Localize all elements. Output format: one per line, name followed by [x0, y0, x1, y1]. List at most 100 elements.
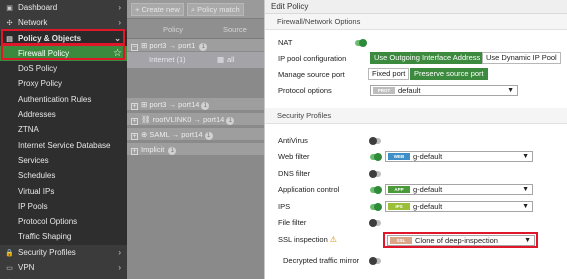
expand-icon[interactable]: + — [131, 148, 138, 155]
ssl-inspection-value: Clone of deep-inspection — [415, 236, 498, 245]
list-toolbar: + Create new ⌕ Policy match — [127, 0, 264, 19]
policy-group-header[interactable]: + ⊞ port3 → port14 1 — [127, 98, 264, 111]
create-new-button[interactable]: + Create new — [131, 3, 184, 16]
chevron-right-icon: › — [118, 275, 121, 279]
decrypted-traffic-mirror-label: Decrypted traffic mirror — [283, 256, 360, 265]
web-filter-value: g-default — [413, 152, 443, 161]
antivirus-toggle[interactable] — [369, 137, 381, 145]
ssl-inspection-label: SSL inspection ⚠ — [278, 235, 337, 244]
manage-source-port-label: Manage source port — [278, 70, 345, 79]
sidebar-item-proxy-policy[interactable]: Proxy Policy — [0, 76, 127, 92]
collapse-icon[interactable]: − — [131, 44, 138, 51]
ssl-pill: SSL — [390, 237, 412, 244]
column-header-source[interactable]: Source — [223, 25, 247, 34]
sidebar-item-label: Authentication Rules — [18, 94, 92, 104]
use-outgoing-interface-button[interactable]: Use Outgoing Interface Address — [370, 52, 485, 64]
column-header-policy[interactable]: Policy — [163, 25, 183, 34]
sidebar-item-network[interactable]: ✣ Network › — [0, 15, 127, 30]
arrow-right-icon: → — [168, 100, 177, 109]
sidebar-item-security-profiles[interactable]: 🔒 Security Profiles › — [0, 245, 127, 260]
group-count-badge: 1 — [201, 102, 210, 110]
group-from: port3 — [149, 41, 167, 50]
application-control-toggle[interactable] — [370, 186, 382, 194]
preserve-source-port-button[interactable]: Preserve source port — [410, 68, 488, 80]
use-dynamic-ip-pool-button[interactable]: Use Dynamic IP Pool — [482, 52, 561, 64]
sidebar-item-dos-policy[interactable]: DoS Policy — [0, 61, 127, 77]
group-count-badge: 1 — [226, 117, 235, 125]
sidebar-item-addresses[interactable]: Addresses — [0, 107, 127, 123]
policy-match-button[interactable]: ⌕ Policy match — [186, 3, 244, 16]
ips-select[interactable]: IPS g-default ▼ — [385, 201, 533, 212]
sidebar-item-ztna[interactable]: ZTNA — [0, 122, 127, 138]
policy-group-header[interactable]: + ⊕ SAML → port14 1 — [127, 128, 264, 141]
dns-filter-label: DNS filter — [278, 169, 311, 178]
group-count-badge: 1 — [204, 132, 213, 140]
protocol-options-label: Protocol options — [278, 86, 332, 95]
file-filter-label: File filter — [278, 218, 307, 227]
sidebar-item-services[interactable]: Services — [0, 152, 127, 169]
sidebar-item-label: Policy & Objects — [18, 33, 82, 43]
decrypted-traffic-mirror-toggle[interactable] — [369, 257, 381, 265]
chevron-down-icon: ▼ — [522, 186, 529, 193]
sidebar-item-authentication-rules[interactable]: Authentication Rules — [0, 91, 127, 108]
sidebar-item-label: Traffic Shaping — [18, 232, 72, 242]
warning-icon[interactable]: ⚠ — [330, 235, 337, 244]
protocol-pill: PROT — [373, 87, 395, 94]
sidebar-item-dashboard[interactable]: ▣ Dashboard › — [0, 0, 127, 15]
sidebar-item-protocol-options[interactable]: Protocol Options — [0, 214, 127, 230]
sidebar-item-vpn[interactable]: ▭ VPN › — [0, 260, 127, 275]
policy-group-header[interactable]: + Implicit 1 — [127, 143, 264, 156]
policy-group-header[interactable]: − ⊞ port3 → port1 1 — [127, 39, 264, 52]
lock-icon: 🔒 — [5, 249, 14, 257]
group-to: port14 — [181, 130, 203, 139]
dns-filter-toggle[interactable] — [369, 170, 381, 178]
sidebar-item-internet-service-database[interactable]: Internet Service Database — [0, 137, 127, 153]
policy-source: all — [227, 55, 235, 64]
protocol-options-select[interactable]: PROT default ▼ — [370, 85, 518, 96]
group-to: port1 — [178, 41, 196, 50]
table-row[interactable]: Internet (1) ▦ all — [127, 52, 264, 68]
sidebar-item-label: Dashboard — [18, 3, 58, 12]
sidebar-item-firewall-policy[interactable]: Firewall Policy ☆ — [0, 45, 127, 62]
sidebar-item-label: ZTNA — [18, 125, 39, 135]
panel-title: Edit Policy — [265, 0, 567, 14]
sidebar-item-user-authentication[interactable]: 👤User & Authentication› — [0, 275, 127, 279]
sidebar-item-schedules[interactable]: Schedules — [0, 168, 127, 184]
sidebar-item-traffic-shaping[interactable]: Traffic Shaping — [0, 229, 127, 245]
ssl-inspection-select[interactable]: SSL Clone of deep-inspection ▼ — [387, 235, 535, 246]
sidebar-item-label: Protocol Options — [18, 217, 78, 227]
sidebar-item-label: Virtual IPs — [18, 186, 55, 196]
nat-toggle[interactable] — [355, 39, 367, 47]
web-filter-select[interactable]: WEB g-default ▼ — [385, 151, 533, 162]
ips-label: IPS — [278, 202, 291, 211]
group-count-badge: 1 — [168, 147, 177, 155]
application-control-label: Application control — [278, 185, 340, 194]
expand-icon[interactable]: + — [131, 118, 138, 125]
expand-icon[interactable]: + — [131, 133, 138, 140]
sidebar-item-policy-objects[interactable]: ▤ Policy & Objects ⌄ — [0, 30, 127, 46]
application-control-value: g-default — [413, 185, 443, 194]
ssl-inspection-text: SSL inspection — [278, 235, 328, 244]
group-from: port3 — [149, 100, 167, 109]
group-from: SAML — [149, 130, 170, 139]
policy-objects-icon: ▤ — [6, 35, 13, 43]
ips-toggle[interactable] — [370, 203, 382, 211]
chevron-right-icon: › — [118, 263, 121, 273]
policy-group-header[interactable]: + ⛓ rootVLINK0 → port14 1 — [127, 113, 264, 126]
application-control-select[interactable]: APP g-default ▼ — [385, 184, 533, 195]
expand-icon[interactable]: + — [131, 103, 138, 110]
group-from: Implicit — [141, 145, 165, 154]
section-firewall-network-options: Firewall/Network Options — [265, 14, 567, 30]
file-filter-toggle[interactable] — [369, 219, 381, 227]
favorite-star-icon[interactable]: ☆ — [113, 46, 122, 61]
web-filter-label: Web filter — [278, 152, 310, 161]
sidebar-item-ip-pools[interactable]: IP Pools — [0, 198, 127, 215]
fixed-port-button[interactable]: Fixed port — [368, 68, 410, 80]
web-filter-toggle[interactable] — [370, 153, 382, 161]
sidebar-item-virtual-ips[interactable]: Virtual IPs — [0, 183, 127, 199]
sidebar-item-label: Addresses — [18, 110, 56, 120]
antivirus-label: AntiVirus — [278, 136, 308, 145]
sidebar-item-label: VPN — [18, 263, 35, 273]
address-icon: ▦ — [217, 55, 225, 64]
chevron-right-icon: › — [118, 3, 121, 12]
